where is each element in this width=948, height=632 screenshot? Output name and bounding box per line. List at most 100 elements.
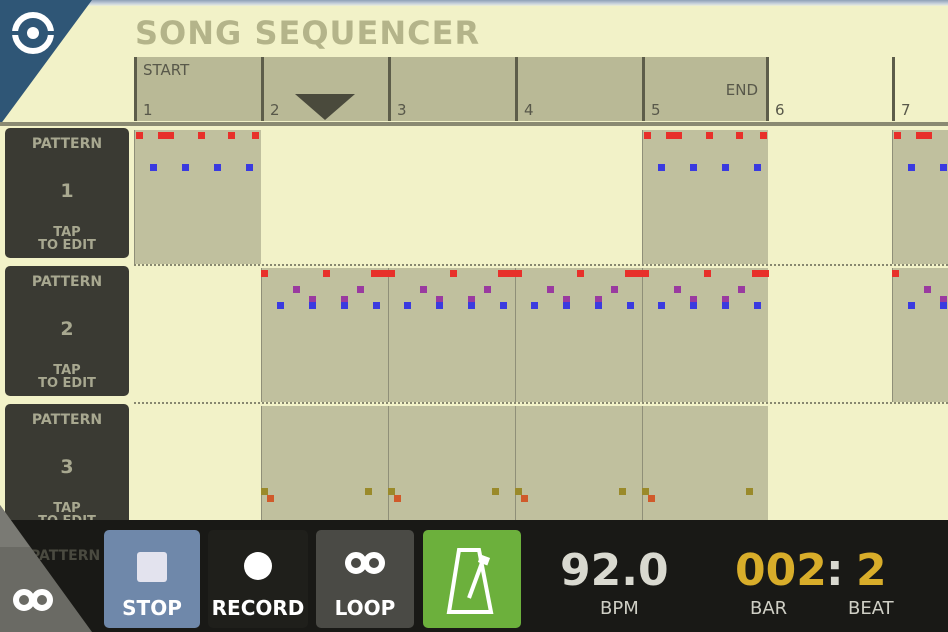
grid-cell-p1-bar5[interactable] — [642, 130, 768, 264]
pattern-label: PATTERN — [31, 412, 103, 428]
note-dot — [492, 488, 499, 495]
note-dot — [436, 302, 443, 309]
note-dot — [420, 286, 427, 293]
pattern-grid[interactable] — [134, 126, 948, 526]
bpm-value[interactable]: 92.0 — [560, 545, 669, 596]
note-dot — [158, 132, 174, 139]
grid-cell-p2-bar7[interactable] — [892, 268, 948, 402]
note-dot — [252, 132, 259, 139]
loop-label: LOOP — [334, 596, 396, 620]
note-dot — [924, 286, 931, 293]
bar-number: 3 — [397, 101, 407, 119]
loop-button[interactable]: LOOP — [316, 530, 414, 628]
row-divider — [134, 402, 948, 404]
note-dot — [752, 270, 769, 277]
note-dot — [365, 488, 372, 495]
stop-icon — [137, 552, 167, 582]
note-dot — [450, 270, 457, 277]
grid-cell-p3-bar3[interactable] — [388, 406, 515, 526]
note-dot — [293, 286, 300, 293]
note-dot — [357, 286, 364, 293]
pattern-number: 2 — [60, 318, 74, 340]
note-dot — [760, 132, 767, 139]
note-dot — [261, 488, 268, 495]
note-dot — [648, 495, 655, 502]
loop-menu-corner[interactable] — [0, 505, 92, 632]
note-dot — [627, 302, 634, 309]
note-dot — [228, 132, 235, 139]
note-dot — [916, 132, 932, 139]
note-dot — [754, 164, 761, 171]
note-dot — [722, 164, 729, 171]
note-dot — [736, 132, 743, 139]
note-dot — [394, 495, 401, 502]
grid-cell-p2-bar5[interactable] — [642, 268, 768, 402]
note-dot — [498, 270, 515, 277]
grid-cell-p2-bar4[interactable] — [515, 268, 642, 402]
note-dot — [704, 270, 711, 277]
note-dot — [484, 286, 491, 293]
note-dot — [521, 495, 528, 502]
note-dot — [625, 270, 642, 277]
grid-cell-p3-bar4[interactable] — [515, 406, 642, 526]
stop-label: STOP — [122, 596, 182, 620]
note-dot — [563, 302, 570, 309]
playhead-marker[interactable] — [295, 94, 355, 120]
grid-cell-p3-bar5[interactable] — [642, 406, 768, 526]
bar-number: 6 — [775, 101, 785, 119]
note-dot — [136, 132, 143, 139]
note-dot — [644, 132, 651, 139]
pattern-1-button[interactable]: PATTERN 1 TAP TO EDIT — [5, 128, 129, 258]
note-dot — [908, 164, 915, 171]
pattern-2-button[interactable]: PATTERN 2 TAP TO EDIT — [5, 266, 129, 396]
bar-counter: 002 — [735, 545, 827, 596]
note-dot — [515, 270, 522, 277]
timeline-bar-1[interactable]: START 1 — [134, 57, 261, 121]
note-dot — [940, 164, 947, 171]
grid-cell-p2-bar3[interactable] — [388, 268, 515, 402]
metronome-icon — [446, 548, 494, 614]
note-dot — [341, 302, 348, 309]
stop-button[interactable]: STOP — [104, 530, 200, 628]
note-dot — [690, 302, 697, 309]
grid-cell-p1-bar1[interactable] — [134, 130, 261, 264]
bar-number: 7 — [901, 101, 911, 119]
note-dot — [309, 302, 316, 309]
note-dot — [150, 164, 157, 171]
note-dot — [706, 132, 713, 139]
note-dot — [690, 164, 697, 171]
timeline-bar-3[interactable]: 3 — [388, 57, 515, 121]
timeline-start-label: START — [143, 61, 190, 79]
note-dot — [404, 302, 411, 309]
song-timeline[interactable]: START 1 2 3 4 END 5 6 7 — [134, 57, 948, 123]
record-label: RECORD — [211, 596, 305, 620]
timeline-bar-7[interactable]: 7 — [892, 57, 948, 121]
timeline-end-label: END — [725, 81, 758, 99]
grid-cell-p1-bar7[interactable] — [892, 130, 948, 264]
app-logo-corner[interactable] — [0, 0, 92, 125]
note-dot — [515, 488, 522, 495]
timeline-bar-4[interactable]: 4 — [515, 57, 642, 121]
bpm-label: BPM — [600, 598, 639, 619]
metronome-button[interactable] — [423, 530, 521, 628]
note-dot — [388, 488, 395, 495]
note-dot — [261, 270, 268, 277]
note-dot — [500, 302, 507, 309]
note-dot — [198, 132, 205, 139]
timeline-bar-6[interactable]: 6 — [769, 57, 896, 121]
note-dot — [277, 302, 284, 309]
timeline-bar-5[interactable]: END 5 — [642, 57, 769, 121]
note-dot — [658, 302, 665, 309]
record-icon — [244, 552, 272, 580]
note-dot — [267, 495, 274, 502]
grid-cell-p2-bar2[interactable] — [261, 268, 388, 402]
note-dot — [246, 164, 253, 171]
counter-separator: : — [826, 545, 844, 596]
note-dot — [323, 270, 330, 277]
record-button[interactable]: RECORD — [208, 530, 308, 628]
beat-label: BEAT — [848, 598, 894, 619]
beat-counter: 2 — [856, 545, 887, 596]
note-dot — [373, 302, 380, 309]
pattern-label: PATTERN — [31, 136, 103, 152]
grid-cell-p3-bar2[interactable] — [261, 406, 388, 526]
